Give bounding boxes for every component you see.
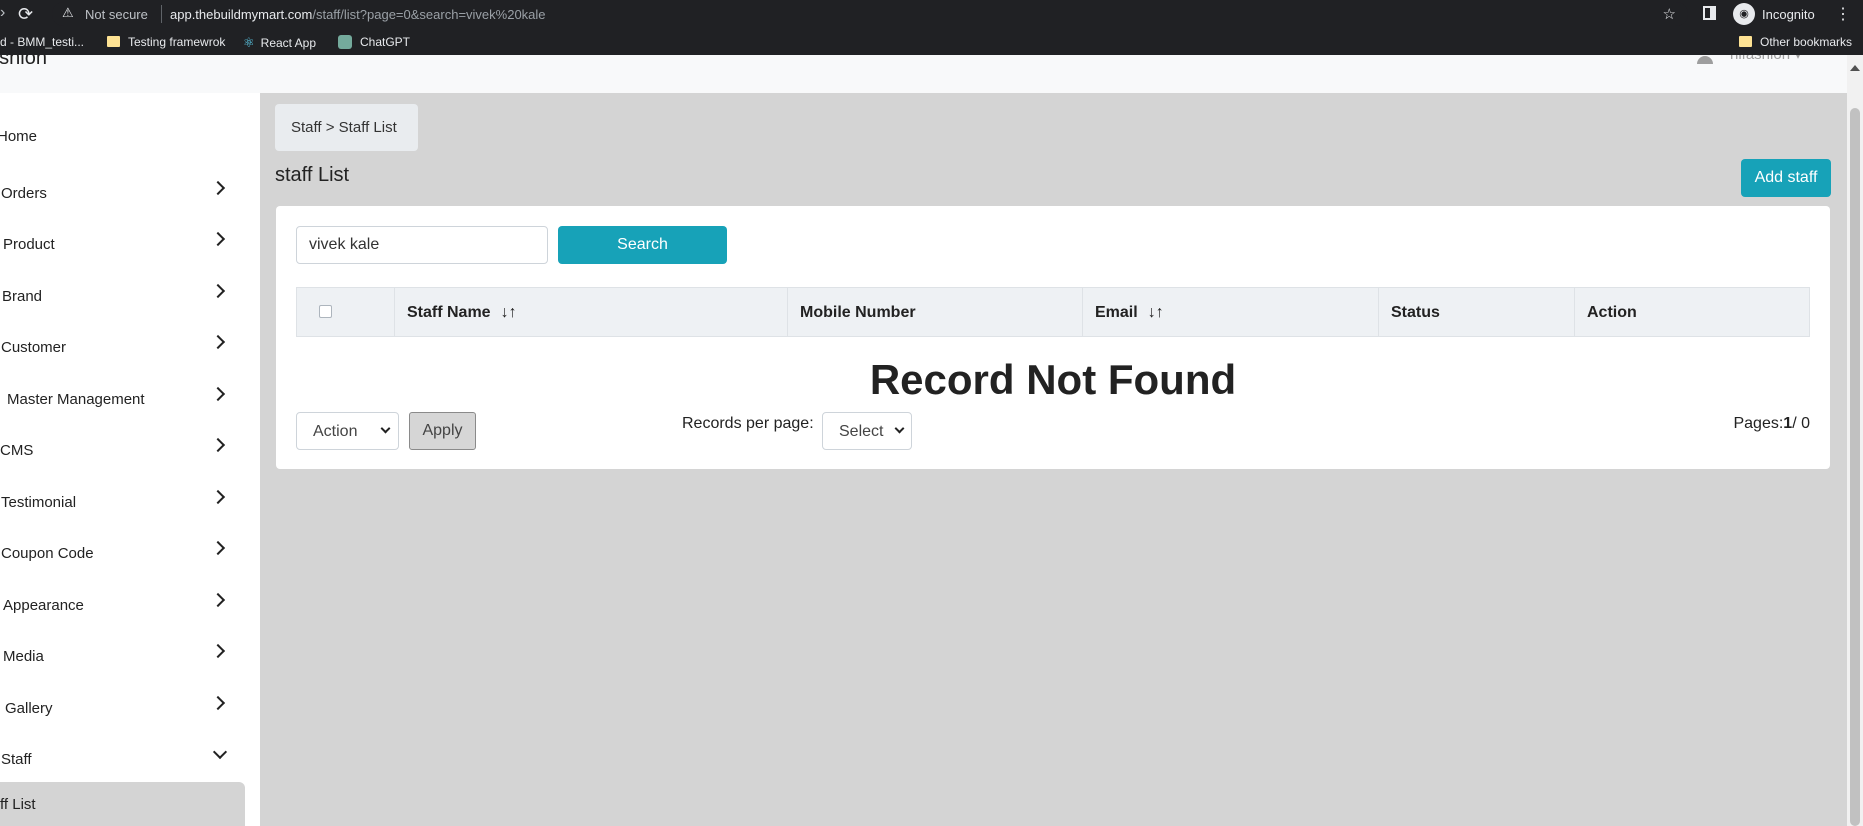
chevron-right-icon: [210, 540, 226, 556]
folder-icon: [107, 36, 120, 47]
bookmark-item[interactable]: ⚛ React App: [243, 35, 316, 51]
incognito-label[interactable]: Incognito: [1762, 7, 1815, 22]
sidebar-item-product[interactable]: Product: [0, 226, 260, 266]
chevron-right-icon: [210, 283, 226, 299]
chevron-right-icon: [210, 386, 226, 402]
sidebar-item-brand[interactable]: Brand: [0, 278, 260, 318]
pagination-info: Pages:1/ 0: [1733, 415, 1810, 432]
chatgpt-icon: [338, 35, 352, 49]
sidebar-item-testimonial[interactable]: Testimonial: [0, 484, 260, 524]
sidebar-item-master-management[interactable]: Master Management: [0, 381, 260, 421]
scrollbar-thumb[interactable]: [1850, 108, 1860, 826]
sidebar: Home Orders Product Brand Customer Maste…: [0, 93, 260, 826]
records-per-page-select[interactable]: Select: [822, 412, 912, 450]
search-button[interactable]: Search: [558, 226, 727, 264]
sidebar-item-staff[interactable]: Staff: [0, 741, 260, 781]
other-bookmarks[interactable]: Other bookmarks: [1739, 35, 1852, 49]
column-mobile-number: Mobile Number: [788, 288, 1083, 336]
add-staff-button[interactable]: Add staff: [1741, 159, 1831, 197]
search-input[interactable]: [296, 226, 548, 264]
breadcrumb: Staff > Staff List: [275, 104, 418, 151]
user-menu[interactable]: hifashion ▾: [1730, 55, 1802, 63]
empty-state-message: Record Not Found: [869, 356, 1237, 403]
address-bar[interactable]: ⚠ Not secure app.thebuildmymart.com/staf…: [52, 2, 1688, 26]
sidebar-item-home[interactable]: Home: [0, 118, 260, 158]
bookmark-item[interactable]: rd - BMM_testi...: [0, 35, 84, 49]
column-status: Status: [1379, 288, 1575, 336]
bookmark-item[interactable]: Testing framewrok: [107, 35, 225, 49]
sidebar-subitem-staff-list[interactable]: ff List: [0, 782, 245, 826]
back-icon[interactable]: ›: [0, 4, 5, 22]
bookmark-item[interactable]: ChatGPT: [338, 35, 410, 49]
column-email[interactable]: Email ↓↑: [1083, 288, 1379, 336]
user-icon[interactable]: [1697, 55, 1713, 65]
staff-list-card: Search Staff Name↓↑ Mobile Number Email↓…: [276, 206, 1830, 469]
chevron-right-icon: [210, 231, 226, 247]
chevron-down-icon: [212, 744, 228, 760]
security-label[interactable]: Not secure: [85, 7, 148, 22]
sidebar-item-coupon-code[interactable]: Coupon Code: [0, 535, 260, 575]
select-all-cell: [297, 288, 395, 336]
url-text[interactable]: app.thebuildmymart.com/staff/list?page=0…: [170, 7, 546, 22]
bookmark-star-icon[interactable]: ☆: [1663, 5, 1676, 23]
bookmarks-bar: rd - BMM_testi... Testing framewrok ⚛ Rea…: [0, 28, 1863, 55]
select-all-checkbox[interactable]: [319, 305, 332, 318]
reload-icon[interactable]: ⟳: [18, 4, 33, 25]
chevron-right-icon: [210, 695, 226, 711]
sort-icon[interactable]: ↓↑: [501, 304, 517, 321]
page-title: staff List: [275, 164, 350, 186]
sidebar-item-cms[interactable]: CMS: [0, 432, 260, 472]
sidebar-item-appearance[interactable]: Appearance: [0, 587, 260, 627]
bulk-action-select[interactable]: Action: [296, 412, 399, 450]
chevron-down-icon: [380, 423, 391, 434]
sidebar-item-media[interactable]: Media: [0, 638, 260, 678]
brand-logo[interactable]: ashion: [0, 55, 47, 70]
chevron-right-icon: [210, 643, 226, 659]
chevron-down-icon: [894, 423, 905, 434]
browser-toolbar: › ⟳ ⚠ Not secure app.thebuildmymart.com/…: [0, 0, 1863, 28]
apply-button[interactable]: Apply: [409, 412, 476, 450]
app-header: ashion hifashion ▾: [0, 55, 1863, 93]
folder-icon: [1739, 36, 1752, 47]
chevron-right-icon: [210, 437, 226, 453]
browser-menu-icon[interactable]: ⋮: [1835, 4, 1851, 24]
react-icon: ⚛: [243, 35, 255, 50]
scroll-up-arrow-icon[interactable]: [1850, 65, 1860, 71]
records-per-page-label: Records per page:: [682, 415, 814, 432]
incognito-icon[interactable]: ◉: [1733, 3, 1755, 25]
sidebar-item-orders[interactable]: Orders: [0, 175, 260, 215]
divider: [161, 5, 162, 23]
side-panel-icon[interactable]: [1703, 6, 1716, 20]
chevron-right-icon: [210, 592, 226, 608]
chevron-right-icon: [210, 489, 226, 505]
warning-icon[interactable]: ⚠: [62, 5, 74, 21]
sidebar-item-gallery[interactable]: Gallery: [0, 690, 260, 730]
column-staff-name[interactable]: Staff Name ↓↑: [395, 288, 788, 336]
table-header: Staff Name ↓↑ Mobile Number Email ↓↑ Statu…: [296, 287, 1810, 337]
sidebar-item-customer[interactable]: Customer: [0, 329, 260, 369]
column-action: Action: [1587, 304, 1637, 321]
chevron-right-icon: [210, 334, 226, 350]
sort-icon[interactable]: ↓↑: [1148, 304, 1164, 321]
chevron-right-icon: [210, 180, 226, 196]
